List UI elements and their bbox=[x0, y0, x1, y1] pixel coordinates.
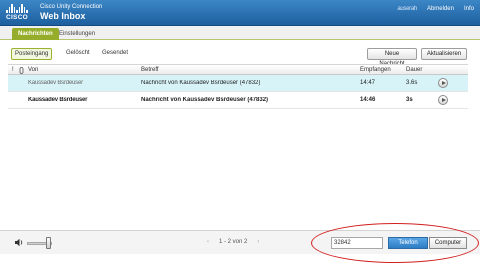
tab-settings[interactable]: Einstellungen bbox=[53, 28, 101, 40]
pager: ‹ 1 - 2 von 2 › bbox=[207, 239, 259, 245]
new-message-button[interactable]: Neue Nachricht bbox=[367, 48, 417, 67]
next-page-icon[interactable]: › bbox=[257, 239, 259, 245]
prev-page-icon[interactable]: ‹ bbox=[207, 239, 209, 245]
phone-playback-button[interactable]: Telefon bbox=[388, 237, 428, 249]
folder-deleted[interactable]: Gelöscht bbox=[63, 48, 93, 60]
phone-number-input[interactable]: 32842 bbox=[331, 237, 383, 249]
play-icon[interactable] bbox=[438, 78, 448, 88]
row-from: Kaussadev Bsrdeuser bbox=[28, 97, 88, 103]
play-icon[interactable] bbox=[438, 95, 448, 105]
playback-footer: ‹ 1 - 2 von 2 › 32842 Telefon Computer bbox=[0, 230, 480, 254]
tab-messages[interactable]: Nachrichten bbox=[12, 28, 59, 40]
logout-link[interactable]: Abmelden bbox=[427, 6, 454, 12]
pager-text: 1 - 2 von 2 bbox=[219, 239, 248, 245]
app-header: CISCO Cisco Unity Connection Web Inbox a… bbox=[0, 0, 480, 26]
info-link[interactable]: Info bbox=[464, 6, 474, 12]
row-received: 14:46 bbox=[360, 97, 376, 103]
volume-icon[interactable] bbox=[15, 238, 24, 247]
row-duration: 3s bbox=[406, 97, 413, 103]
refresh-button[interactable]: Aktualisieren bbox=[421, 48, 467, 60]
message-table: ! Von Betreff Empfangen Dauer Kaussadev … bbox=[8, 64, 468, 109]
main-tabs: Nachrichten Einstellungen bbox=[0, 26, 480, 40]
col-received-header[interactable]: Empfangen bbox=[360, 67, 391, 73]
brand-text: CISCO bbox=[5, 14, 29, 21]
row-subject: Nachricht von Kaussadev Bsrdeuser (47832… bbox=[141, 97, 269, 103]
product-name: Cisco Unity Connection bbox=[40, 4, 103, 10]
cisco-logo: CISCO bbox=[4, 3, 30, 23]
app-title: Cisco Unity Connection Web Inbox bbox=[40, 4, 102, 22]
header-links: auserah Abmelden Info bbox=[397, 6, 474, 12]
table-row[interactable]: Kaussadev Bsrdeuser Nachricht von Kaussa… bbox=[8, 75, 468, 92]
volume-handle[interactable] bbox=[46, 237, 51, 249]
folder-sent[interactable]: Gesendet bbox=[99, 48, 131, 60]
row-received: 14:47 bbox=[360, 80, 376, 86]
col-flag-header[interactable]: ! bbox=[12, 67, 14, 73]
folder-inbox[interactable]: Posteingang bbox=[11, 48, 53, 60]
user-name: auserah bbox=[397, 6, 417, 12]
page-title: Web Inbox bbox=[40, 11, 86, 21]
table-header: ! Von Betreff Empfangen Dauer bbox=[8, 64, 468, 75]
row-subject: Nachricht von Kaussadev Bsrdeuser (47832… bbox=[141, 80, 261, 86]
row-duration: 3.6s bbox=[406, 80, 418, 86]
col-subject-header[interactable]: Betreff bbox=[141, 67, 159, 73]
computer-playback-button[interactable]: Computer bbox=[429, 237, 467, 249]
col-duration-header[interactable]: Dauer bbox=[406, 67, 422, 73]
folder-toolbar: Posteingang Gelöscht Gesendet Neue Nachr… bbox=[0, 48, 480, 67]
row-from: Kaussadev Bsrdeuser bbox=[28, 80, 83, 86]
col-from-header[interactable]: Von bbox=[28, 67, 38, 73]
table-row[interactable]: Kaussadev Bsrdeuser Nachricht von Kaussa… bbox=[8, 92, 468, 109]
